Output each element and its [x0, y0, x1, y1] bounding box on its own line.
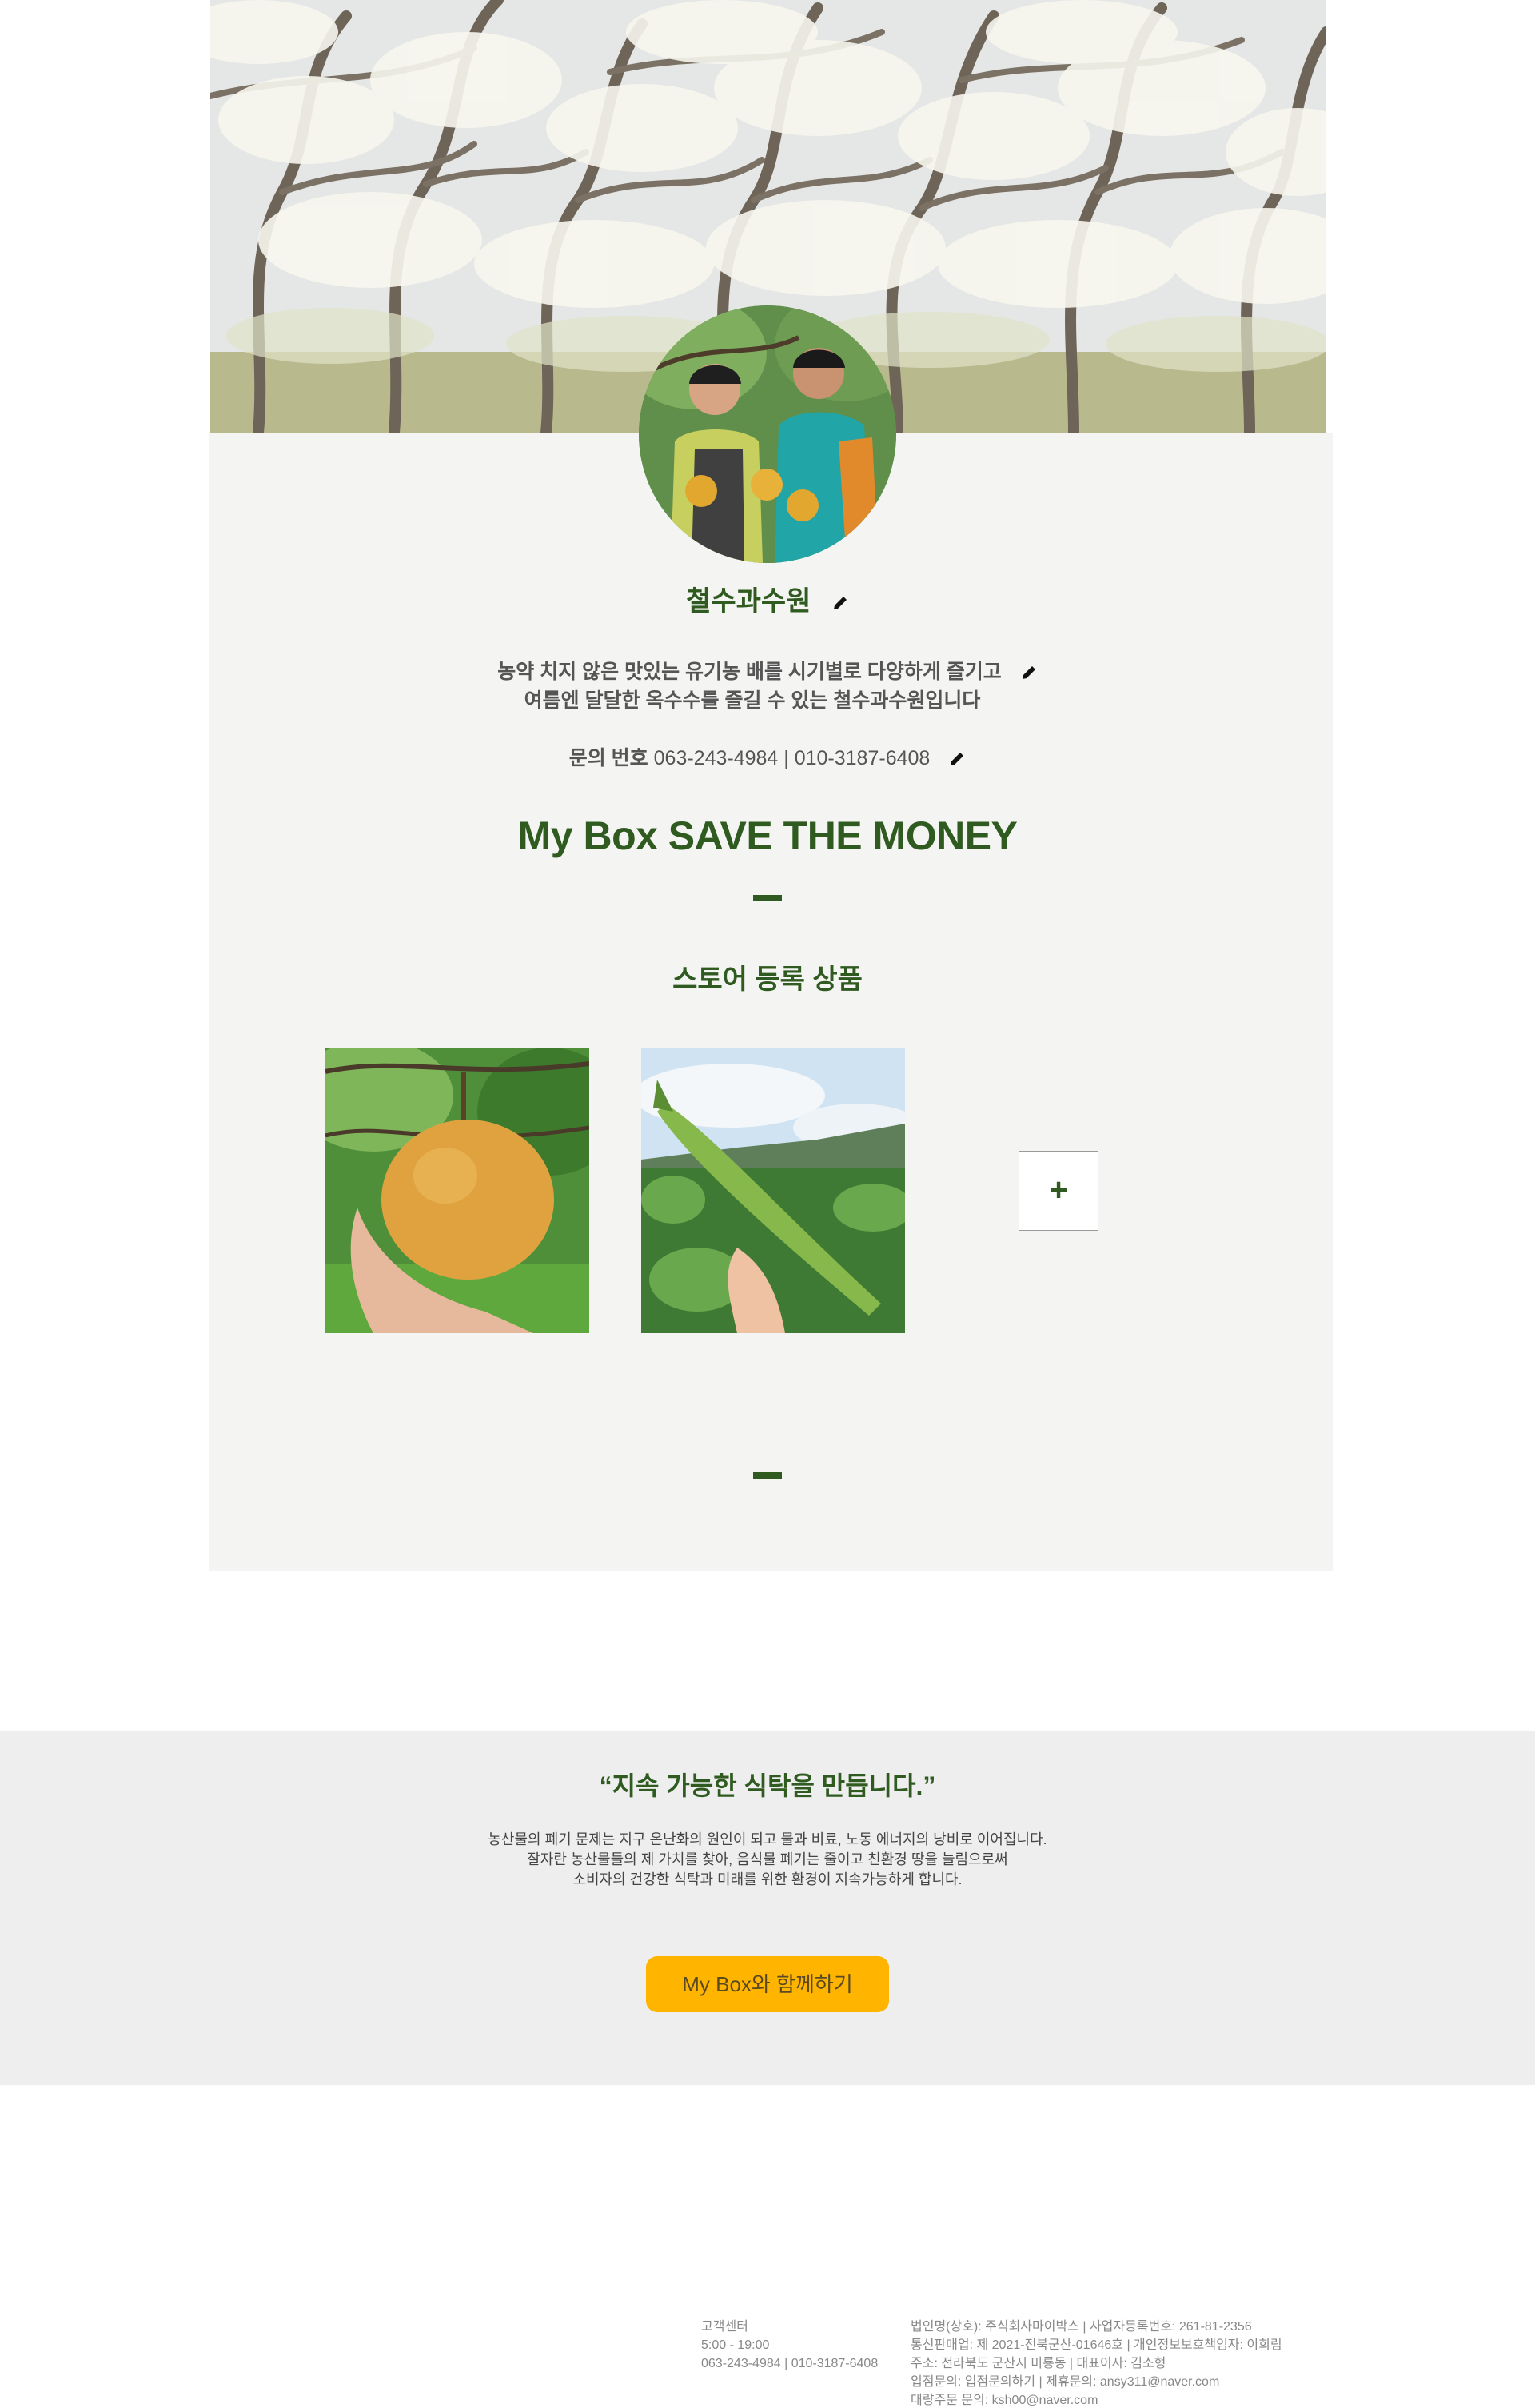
mission-body-line: 농산물의 폐기 문제는 지구 온난화의 원인이 되고 물과 비료, 노동 에너지… — [488, 1831, 1047, 1847]
product-card-corn[interactable] — [641, 1048, 905, 1333]
mission-section: “지속 가능한 식탁을 만듭니다.” 농산물의 폐기 문제는 지구 온난화의 원… — [0, 1731, 1535, 2085]
mission-body-line: 소비자의 건강한 식탁과 미래를 위한 환경이 지속가능하게 합니다. — [572, 1871, 963, 1887]
edit-product-icon[interactable] — [876, 1057, 894, 1075]
company-info: 법인명(상호): 주식회사마이박스 | 사업자등록번호: 261-81-2356… — [911, 2318, 1282, 2408]
divider-dash — [753, 895, 782, 901]
add-product-button[interactable]: + — [1019, 1151, 1098, 1231]
customer-center: 고객센터 5:00 - 19:00 063-243-4984 | 010-318… — [701, 2318, 878, 2373]
farmers-photo — [639, 305, 896, 563]
edit-description-icon[interactable] — [1020, 664, 1038, 681]
cs-hours: 5:00 - 19:00 — [701, 2338, 770, 2352]
edit-contact-icon[interactable] — [948, 750, 966, 768]
pear-photo-icon — [325, 1048, 589, 1333]
description-line-1: 농약 치지 않은 맛있는 유기농 배를 시기별로 다양하게 즐기고 — [497, 661, 1002, 683]
company-line[interactable]: 입점문의: 입점문의하기 | 제휴문의: ansy311@naver.com — [911, 2373, 1282, 2391]
join-mybox-button[interactable]: My Box와 함께하기 — [646, 1956, 889, 2012]
company-line: 주소: 전라북도 군산시 미룡동 | 대표이사: 김소형 — [911, 2357, 1166, 2370]
edit-product-icon[interactable] — [560, 1057, 578, 1075]
product-card-pear[interactable] — [325, 1048, 589, 1333]
mission-body-line: 잘자란 농산물들의 제 가치를 찾아, 음식물 폐기는 줄이고 친환경 땅을 늘… — [527, 1851, 1008, 1867]
contact-label: 문의 번호 — [568, 747, 648, 769]
farm-name: 철수과수원 — [686, 586, 811, 617]
contact-row: 문의 번호 063-243-4984 | 010-3187-6408 — [0, 742, 1535, 771]
divider-dash — [753, 1472, 782, 1479]
company-line: 법인명(상호): 주식회사마이박스 | 사업자등록번호: 261-81-2356 — [911, 2320, 1252, 2334]
contact-numbers: 063-243-4984 | 010-3187-6408 — [653, 747, 931, 769]
cs-phone: 063-243-4984 | 010-3187-6408 — [701, 2357, 879, 2370]
farm-name-row: 철수과수원 — [0, 579, 1535, 618]
company-line: 대량주문 문의: ksh00@naver.com — [911, 2394, 1098, 2407]
corn-photo-icon — [641, 1048, 905, 1333]
section-title: 스토어 등록 상품 — [672, 964, 863, 995]
edit-name-icon[interactable] — [831, 594, 849, 612]
mission-quote: “지속 가능한 식탁을 만듭니다.” — [599, 1771, 936, 1800]
description-line-2: 여름엔 달달한 옥수수를 즐길 수 있는 철수과수원입니다 — [524, 689, 981, 712]
store-tagline: My Box SAVE THE MONEY — [517, 813, 1018, 858]
cs-title: 고객센터 — [701, 2320, 748, 2334]
farm-description: 농약 치지 않은 맛있는 유기농 배를 시기별로 다양하게 즐기고 여름엔 달달… — [0, 657, 1535, 715]
profile-avatar — [639, 305, 896, 563]
mission-body: 농산물의 폐기 문제는 지구 온난화의 원인이 되고 물과 비료, 노동 에너지… — [0, 1830, 1535, 1890]
company-line: 통신판매업: 제 2021-전북군산-01646호 | 개인정보보호책임자: 이… — [911, 2338, 1282, 2352]
